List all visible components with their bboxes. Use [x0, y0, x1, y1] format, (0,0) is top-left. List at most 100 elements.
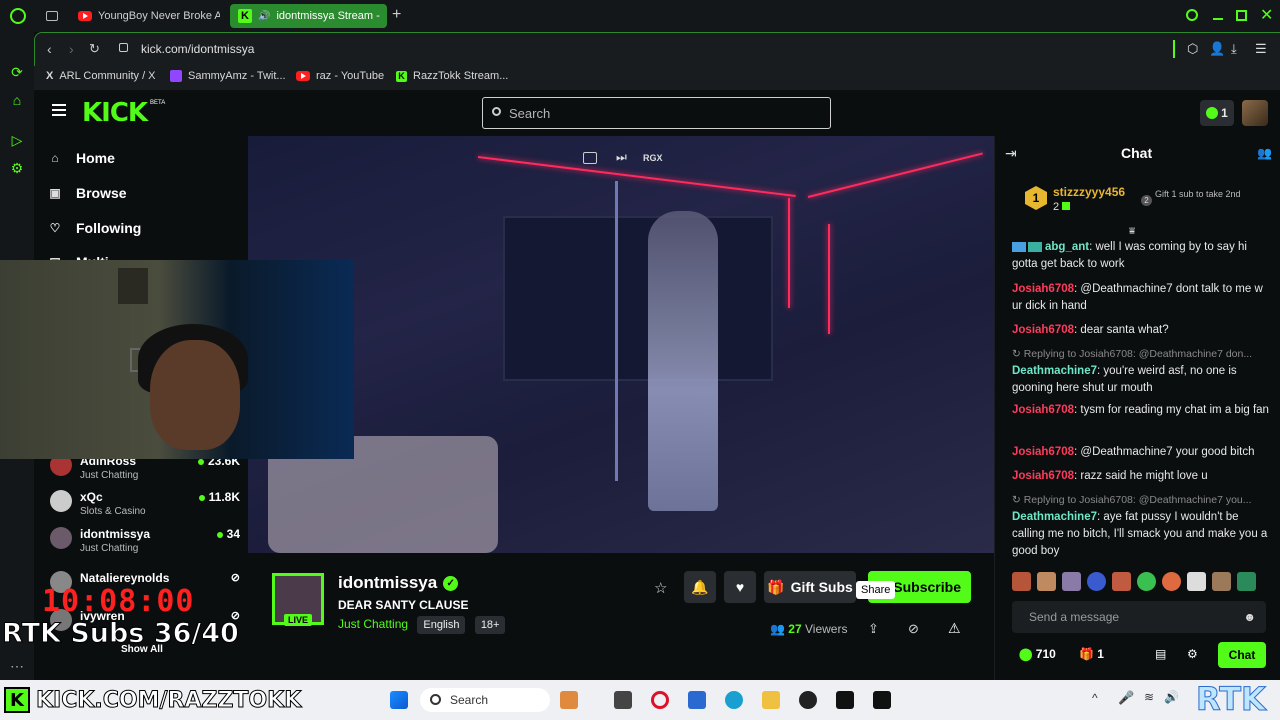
emote-icon[interactable] [1162, 572, 1181, 591]
hide-icon[interactable]: ⊘ [908, 621, 919, 637]
obs-icon[interactable] [799, 691, 817, 709]
tab-idontmissya[interactable]: K 🔊 idontmissya Stream - [230, 4, 387, 28]
new-tab-button[interactable]: + [392, 6, 401, 24]
settings-icon[interactable]: ⚙ [9, 160, 25, 176]
report-icon[interactable]: ⚠ [948, 620, 961, 637]
gift-icon: 🎁 [767, 578, 785, 595]
bookmark-razztokk[interactable]: K RazzTokk Stream... [396, 70, 508, 82]
maximize-icon[interactable] [1236, 10, 1247, 21]
emote-icon[interactable] [1087, 572, 1106, 591]
file-icon[interactable] [614, 691, 632, 709]
menu-icon[interactable]: ☰ [1255, 41, 1267, 57]
send-icon[interactable]: ▷ [9, 132, 25, 148]
chat-username[interactable]: Josiah6708 [1012, 324, 1074, 336]
star-icon[interactable]: ☆ [654, 579, 667, 597]
tab-youngboy[interactable]: YoungBoy Never Broke Ag [70, 4, 220, 28]
downloads-icon[interactable]: ⤓ [1231, 41, 1237, 57]
search-tabs-icon[interactable] [1186, 9, 1198, 21]
search-icon [430, 694, 441, 705]
reload-icon[interactable]: ↻ [89, 41, 100, 57]
viewers-count: 27 [788, 622, 802, 636]
send-chat-button[interactable]: Chat [1218, 642, 1266, 668]
subs-display[interactable]: 🎁 1 [1079, 647, 1104, 661]
tab-overview-icon[interactable] [46, 11, 58, 21]
category-link[interactable]: Just Chatting [338, 617, 408, 631]
chat-username[interactable]: Deathmachine7 [1012, 511, 1097, 523]
more-icon[interactable]: ⋯ [9, 658, 25, 674]
popout-icon[interactable] [583, 152, 597, 164]
mic-icon[interactable]: 🎤 [1118, 690, 1134, 706]
emote-icon[interactable] [1062, 572, 1081, 591]
kicks-balance-button[interactable]: 1 [1200, 100, 1234, 126]
kick-logo[interactable]: KICK [82, 98, 148, 128]
hamburger-icon[interactable] [52, 104, 66, 116]
bookmark-arl[interactable]: X ARL Community / X [46, 70, 156, 82]
widgets-icon[interactable] [560, 691, 578, 709]
chat-username[interactable]: Josiah6708 [1012, 470, 1074, 482]
tray-chevron-icon[interactable]: ^ [1092, 691, 1098, 705]
tag-18plus[interactable]: 18+ [474, 616, 506, 634]
chat-username[interactable]: abg_ant [1045, 241, 1089, 253]
bookmark-sammyamz[interactable]: SammyAmz - Twit... [170, 70, 286, 82]
volume-icon[interactable]: 🔊 [1164, 690, 1179, 704]
back-icon[interactable]: ‹ [47, 41, 52, 57]
emote-icon[interactable] [1212, 572, 1231, 591]
bell-icon: 🔔 [691, 578, 709, 595]
video-player[interactable]: ⏭ RGX [248, 136, 994, 553]
audio-app-icon[interactable] [836, 691, 854, 709]
channel-xqc[interactable]: xQc Slots & Casino 11.8K [50, 488, 240, 522]
emoji-icon[interactable]: ☻ [1243, 610, 1256, 624]
tag-english[interactable]: English [417, 616, 466, 634]
channel-name[interactable]: idontmissya ✓ [338, 573, 459, 593]
extensions-icon[interactable]: ⬡ [1187, 41, 1198, 57]
emote-icon[interactable] [1137, 572, 1156, 591]
follow-button[interactable]: ♥ [724, 571, 756, 603]
chat-users-icon[interactable]: 👥 [1257, 146, 1272, 160]
emote-icon[interactable] [1037, 572, 1056, 591]
pinned-user[interactable]: stizzzyyy456 [1053, 185, 1125, 199]
close-icon[interactable]: ✕ [1260, 5, 1273, 25]
forward-icon[interactable]: › [69, 41, 74, 57]
chat-input[interactable]: Send a message ☻ [1012, 601, 1266, 633]
mod-icon[interactable]: ▤ [1155, 647, 1166, 661]
speaker-icon[interactable]: 🔊 [258, 11, 270, 22]
notifications-button[interactable]: 🔔 [684, 571, 716, 603]
nav-browse[interactable]: ▣ Browse [48, 185, 126, 201]
pinned-toggle-icon[interactable]: ⩸ [1129, 226, 1135, 237]
chat-username[interactable]: Josiah6708 [1012, 283, 1074, 295]
offline-icon: ⊘ [230, 572, 240, 584]
share-icon[interactable]: ⇪ [868, 621, 879, 637]
collapse-chat-icon[interactable]: ⇥ [1005, 145, 1017, 162]
points-display[interactable]: ⬤ 710 [1019, 647, 1056, 661]
emote-icon[interactable] [1237, 572, 1256, 591]
profile-icon[interactable]: 👤 [1209, 41, 1225, 57]
store-icon[interactable] [688, 691, 706, 709]
opera-logo-icon[interactable] [10, 8, 26, 24]
history-icon[interactable]: ⟳ [9, 64, 25, 80]
folder-icon[interactable] [762, 691, 780, 709]
nav-following[interactable]: ♡ Following [48, 220, 142, 236]
chat-username[interactable]: Deathmachine7 [1012, 365, 1097, 377]
crypto-wallet-icon[interactable]: ⌂ [9, 92, 25, 108]
search-input[interactable]: Search [482, 97, 831, 129]
minimize-icon[interactable] [1213, 18, 1223, 20]
nav-home[interactable]: ⌂ Home [48, 150, 115, 166]
chat-settings-icon[interactable]: ⚙ [1187, 647, 1198, 661]
wifi-icon[interactable]: ≋ [1144, 690, 1154, 704]
user-avatar[interactable] [1242, 100, 1268, 126]
windows-start-icon[interactable] [390, 691, 408, 709]
emote-icon[interactable] [1112, 572, 1131, 591]
capcut-icon[interactable] [873, 691, 891, 709]
emote-icon[interactable] [1187, 572, 1206, 591]
channel-idontmissya[interactable]: idontmissya Just Chatting 34 [50, 525, 240, 559]
gift-subs-button[interactable]: 🎁 Gift Subs [764, 571, 856, 603]
edge-icon[interactable] [725, 691, 743, 709]
chat-username[interactable]: Josiah6708 [1012, 404, 1074, 416]
taskbar-search[interactable]: Search [420, 688, 550, 712]
bookmark-raz[interactable]: raz - YouTube [296, 70, 384, 82]
emote-icon[interactable] [1012, 572, 1031, 591]
opera-icon[interactable] [651, 691, 669, 709]
url-field[interactable]: kick.com/idontmissya [141, 42, 254, 56]
chat-username[interactable]: Josiah6708 [1012, 446, 1074, 458]
skip-icon[interactable]: ⏭ [616, 150, 627, 165]
